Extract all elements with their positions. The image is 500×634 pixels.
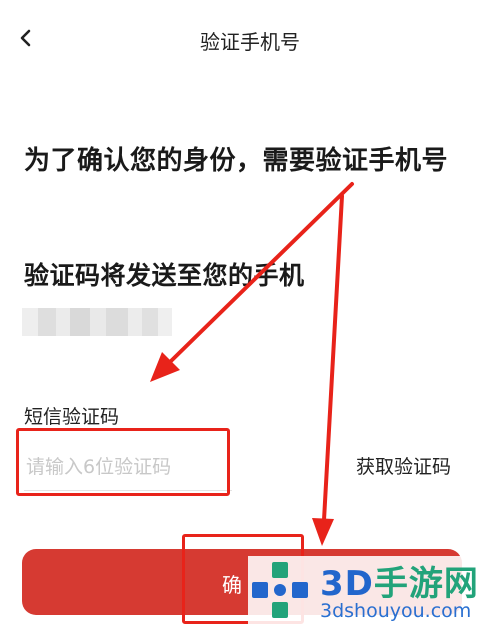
annotation-box-input	[16, 428, 230, 496]
watermark-brand-cn: 手游网	[373, 564, 479, 604]
page-title: 验证手机号	[200, 30, 300, 54]
gamepad-logo-icon	[252, 562, 308, 618]
get-code-button[interactable]: 获取验证码	[356, 452, 451, 479]
watermark-site: 3dshouyou.com	[320, 600, 472, 622]
verification-heading: 为了确认您的身份，需要验证手机号	[24, 146, 449, 176]
masked-phone-number	[22, 308, 172, 336]
top-bar: 验证手机号	[0, 0, 500, 80]
watermark-brand-num: 3D	[320, 564, 374, 604]
verification-subheading: 验证码将发送至您的手机	[24, 261, 305, 290]
watermark: 3D手游网 3dshouyou.com	[248, 556, 500, 634]
annotation-arrow-to-confirm	[312, 194, 344, 546]
sms-code-label: 短信验证码	[24, 406, 120, 428]
watermark-brand: 3D手游网	[320, 556, 479, 605]
